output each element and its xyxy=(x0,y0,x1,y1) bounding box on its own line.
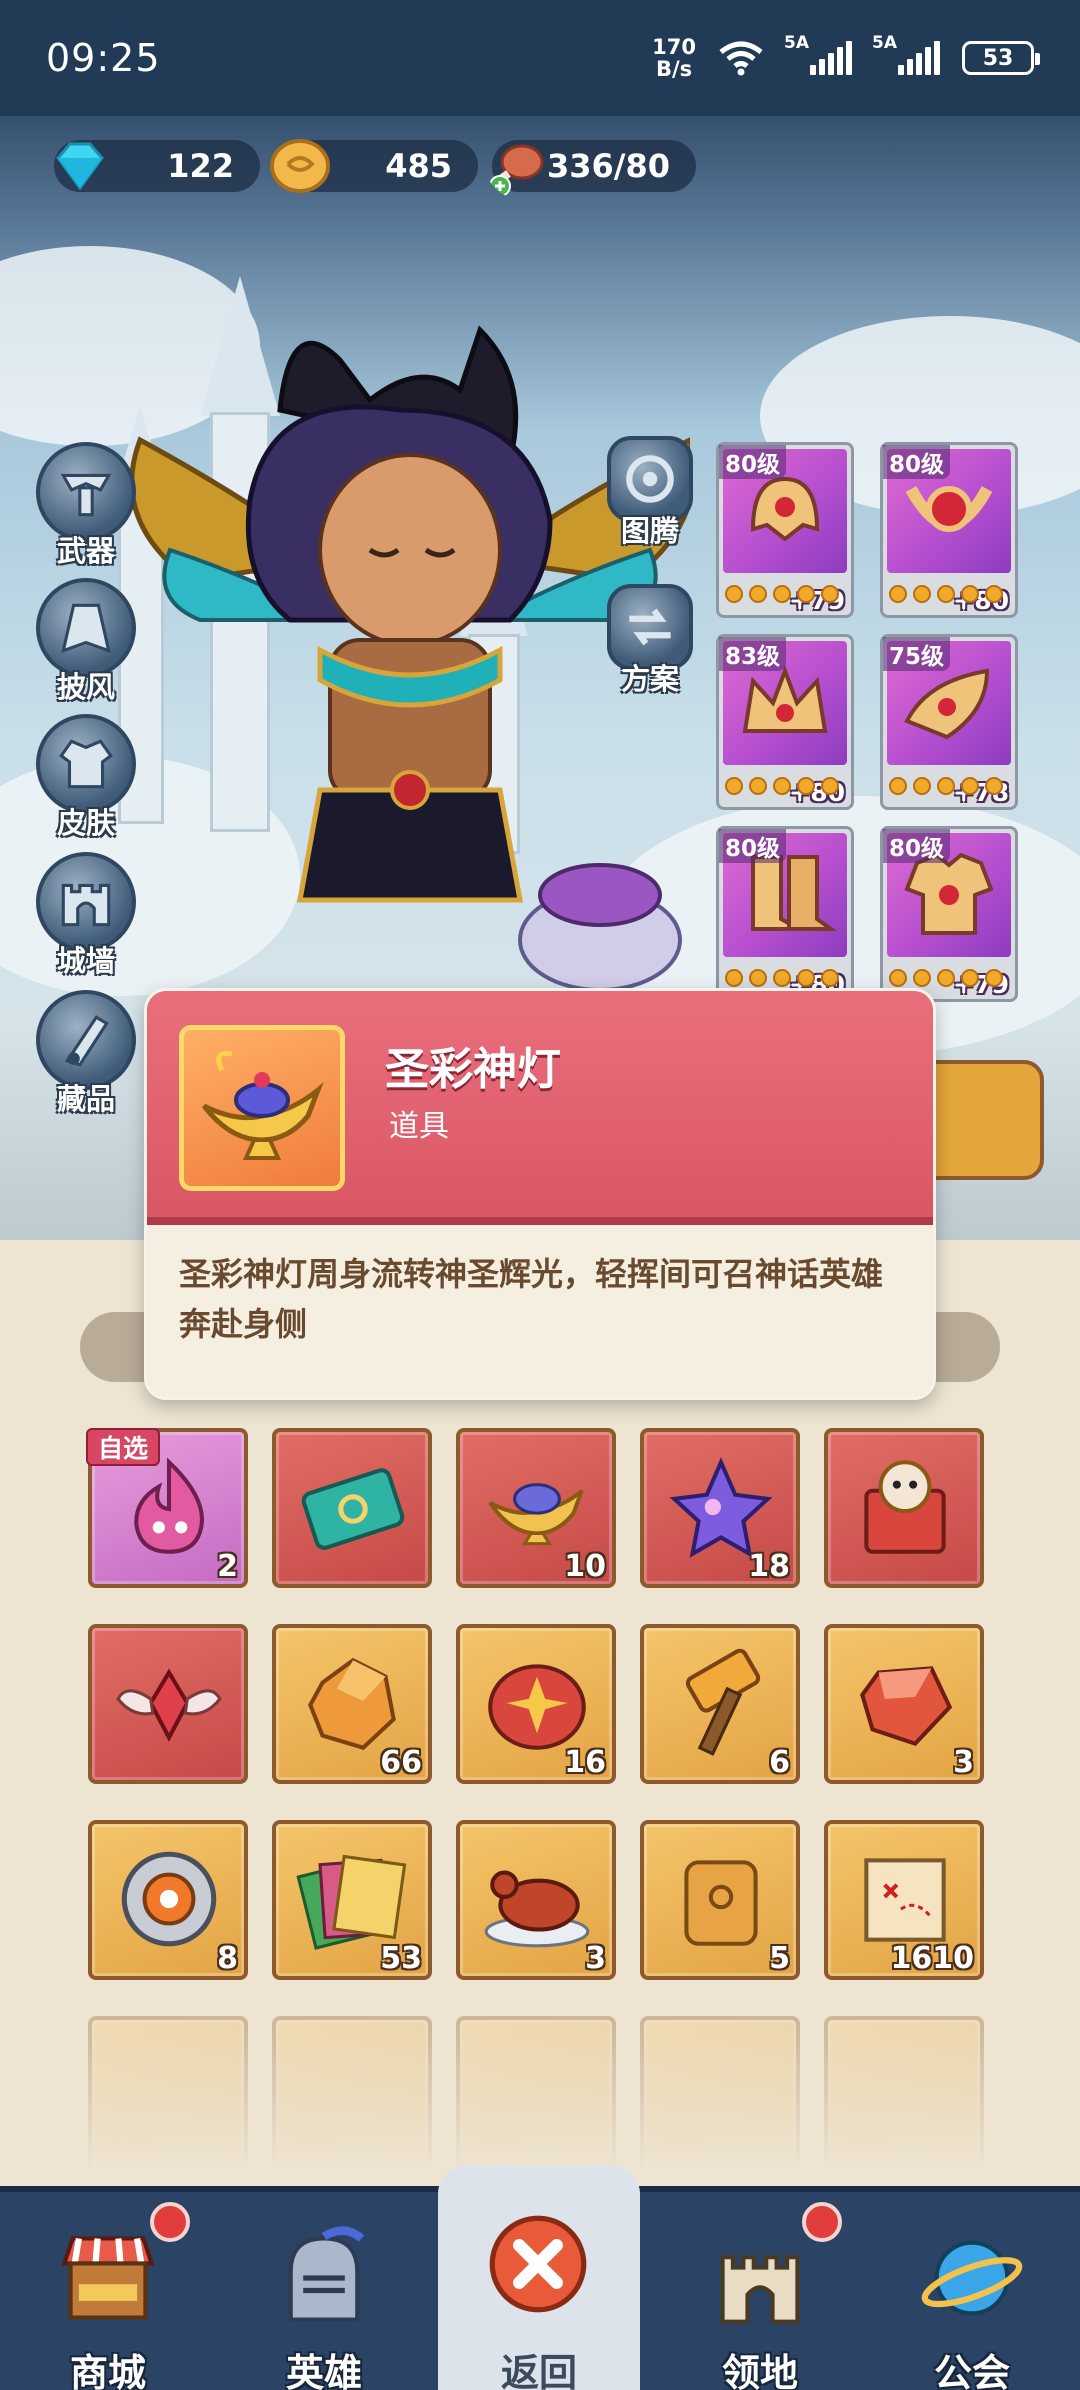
equip-slot-necklace[interactable]: 80级 +80 xyxy=(880,442,1018,618)
side-btn-collection[interactable]: 藏品 xyxy=(34,990,138,1118)
notification-dot xyxy=(802,2202,842,2242)
popup-item-description: 圣彩神灯周身流转神圣辉光，轻挥间可召神话英雄奔赴身侧 xyxy=(179,1255,884,1343)
inventory-item[interactable]: 5 xyxy=(640,1820,800,1980)
side-btn-plan[interactable]: 方案 xyxy=(602,584,698,698)
equip-slot-armor[interactable]: 80级 +79 xyxy=(880,826,1018,1002)
nav-guild[interactable]: 公会 xyxy=(864,2192,1080,2390)
network-speed-value: 170 xyxy=(652,35,696,59)
magic-lamp-icon xyxy=(202,1050,324,1160)
popup-item-frame xyxy=(179,1025,345,1191)
status-bar: 09:25 170 B/s 5A 5A 53 xyxy=(0,0,1080,116)
cape-icon xyxy=(36,578,136,678)
popup-item-type: 道具 xyxy=(389,1109,449,1144)
nav-territory[interactable]: 领地 xyxy=(652,2192,868,2390)
coins-value: 485 xyxy=(385,147,452,185)
knight-helmet-icon xyxy=(288,2226,365,2322)
bottom-nav: 商城 英雄 返回 领地 公会 xyxy=(0,2166,1080,2390)
equip-slot-crown[interactable]: 83级 +80 xyxy=(716,634,854,810)
inventory-item[interactable]: 10 xyxy=(456,1428,616,1588)
nav-back[interactable]: 返回 xyxy=(438,2166,640,2390)
stamina-counter[interactable]: 336/80 xyxy=(489,140,696,197)
winged-crystal-icon xyxy=(116,1668,222,1742)
wifi-icon xyxy=(719,41,763,76)
inventory-item[interactable]: 8 xyxy=(88,1820,248,1980)
inventory-item[interactable]: 18 xyxy=(640,1428,800,1588)
castle-icon xyxy=(720,2255,800,2324)
signal-1-icon: 5A xyxy=(784,33,852,75)
planet-icon xyxy=(921,2240,1023,2316)
battery-level: 53 xyxy=(982,45,1014,71)
skin-icon xyxy=(36,714,136,814)
inventory-item[interactable] xyxy=(824,1428,984,1588)
equip-slot-boots[interactable]: 80级 +80 xyxy=(716,826,854,1002)
star-rating xyxy=(725,585,839,603)
pouch-icon xyxy=(684,1860,758,1946)
side-btn-wall[interactable]: 城墙 xyxy=(34,852,138,980)
inventory-item[interactable]: 53 xyxy=(272,1820,432,1980)
gem-stone-icon xyxy=(860,1666,953,1747)
close-icon xyxy=(489,2215,587,2313)
hammer-icon xyxy=(685,1648,761,1756)
inventory-item[interactable] xyxy=(88,1624,248,1784)
network-speed: 170 B/s xyxy=(652,36,696,80)
item-detail-popup: 圣彩神灯 道具 圣彩神灯周身流转神圣辉光，轻挥间可召神话英雄奔赴身侧 xyxy=(144,988,936,1400)
inventory-item[interactable]: 16 xyxy=(456,1624,616,1784)
inventory-item[interactable]: 6 xyxy=(640,1624,800,1784)
wall-icon xyxy=(36,852,136,952)
inventory-item[interactable]: 1610 xyxy=(824,1820,984,1980)
weapon-icon xyxy=(36,442,136,542)
star-rating xyxy=(889,969,1003,987)
inventory-item[interactable]: 自选 2 xyxy=(86,1428,248,1588)
notification-dot xyxy=(150,2202,190,2242)
status-time: 09:25 xyxy=(46,36,161,80)
nav-heroes[interactable]: 英雄 xyxy=(216,2192,432,2390)
inventory-item[interactable] xyxy=(272,1428,432,1588)
star-rating xyxy=(725,969,839,987)
stamina-value: 336/80 xyxy=(546,147,670,185)
lion-chest-icon xyxy=(864,1460,946,1554)
equip-slot-helmet[interactable]: 80级 +79 xyxy=(716,442,854,618)
network-speed-unit: B/s xyxy=(655,57,693,81)
star-rating xyxy=(889,777,1003,795)
side-btn-skin[interactable]: 皮肤 xyxy=(34,714,138,842)
popup-item-name: 圣彩神灯 xyxy=(385,1044,561,1095)
coins-counter: 485 xyxy=(270,139,478,193)
collection-icon xyxy=(36,990,136,1090)
gear-shield-icon xyxy=(121,1851,217,1947)
optional-badge: 自选 xyxy=(86,1428,161,1466)
roast-duck-icon xyxy=(484,1870,590,1948)
side-btn-cape[interactable]: 披风 xyxy=(34,578,138,706)
gems-counter: 122 xyxy=(54,140,260,192)
star-rating xyxy=(889,585,1003,603)
inventory-item[interactable]: 3 xyxy=(456,1820,616,1980)
star-rating xyxy=(725,777,839,795)
gems-value: 122 xyxy=(167,147,234,185)
scroll-fade xyxy=(0,2010,1080,2190)
coin-icon xyxy=(270,139,330,193)
signal-2-icon: 5A xyxy=(872,33,940,75)
battery-icon: 53 xyxy=(962,41,1040,75)
side-btn-totem[interactable]: 图腾 xyxy=(602,436,698,550)
equip-slot-horn[interactable]: 75级 +78 xyxy=(880,634,1018,810)
inventory-item[interactable]: 66 xyxy=(272,1624,432,1784)
inventory-item[interactable]: 3 xyxy=(824,1624,984,1784)
diamond-icon xyxy=(56,142,104,191)
side-btn-weapon[interactable]: 武器 xyxy=(34,442,138,570)
ticket-icon xyxy=(301,1468,405,1550)
meat-icon xyxy=(489,144,544,197)
shop-icon xyxy=(61,2236,155,2320)
nav-shop[interactable]: 商城 xyxy=(0,2192,216,2390)
status-icons: 170 B/s 5A 5A 53 xyxy=(652,33,1040,80)
